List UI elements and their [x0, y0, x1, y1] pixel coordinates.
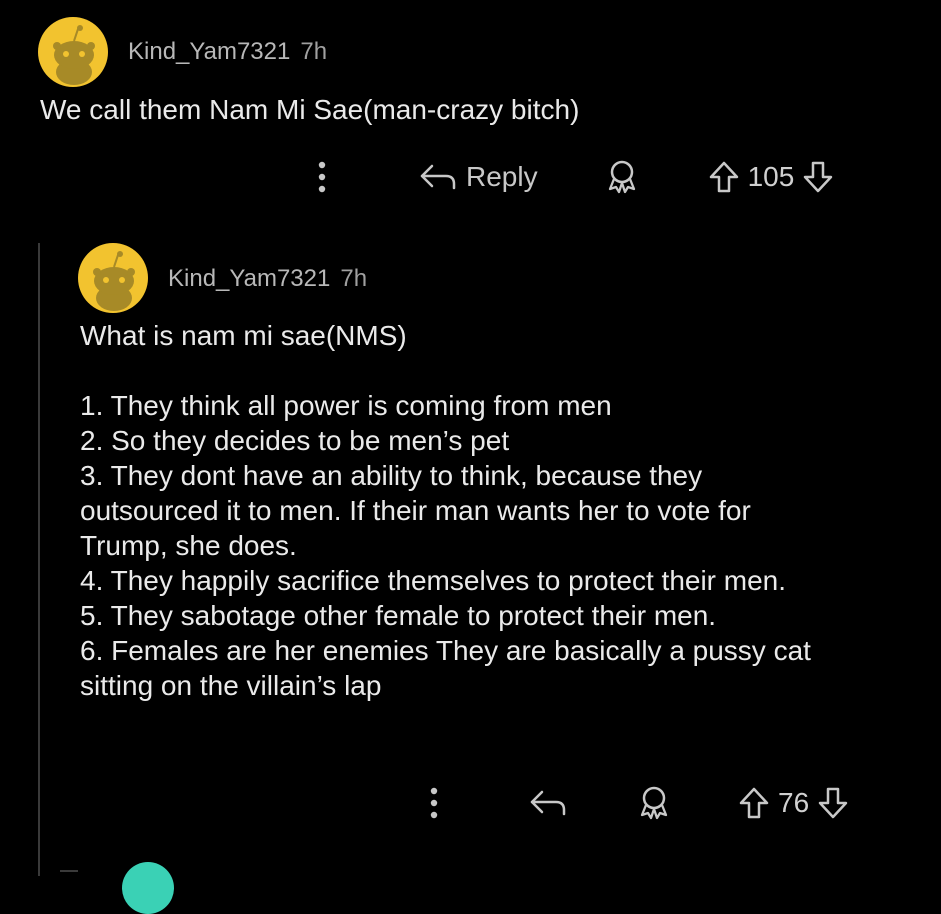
- comment-body: What is nam mi sae(NMS) 1. They think al…: [80, 318, 920, 703]
- vote-controls: 76: [738, 786, 849, 820]
- reply-arrow-icon: [420, 164, 456, 190]
- upvote-arrow-icon: [739, 787, 769, 819]
- avatar[interactable]: [78, 243, 148, 313]
- comment-body: We call them Nam Mi Sae(man-crazy bitch): [40, 94, 580, 125]
- upvote-button[interactable]: [738, 786, 770, 820]
- downvote-button[interactable]: [817, 786, 849, 820]
- avatar[interactable]: [38, 17, 108, 87]
- comment-list: 1. They think all power is coming from m…: [80, 388, 920, 703]
- snoo-avatar-icon: [53, 25, 95, 85]
- award-icon: [608, 160, 635, 194]
- award-icon: [640, 786, 668, 820]
- comment-actions: Reply 105: [310, 157, 834, 197]
- comment-author[interactable]: Kind_Yam7321 7h: [128, 38, 327, 66]
- vote-score: 105: [747, 161, 795, 192]
- award-button[interactable]: [606, 159, 638, 195]
- comment-time: 7h: [300, 38, 328, 65]
- list-line: 4. They happily sacrifice themselves to …: [80, 565, 787, 596]
- more-vertical-icon: [318, 161, 326, 193]
- avatar[interactable]: [122, 862, 174, 914]
- list-line: sitting on the villain’s lap: [80, 670, 382, 701]
- comment-actions: 76: [422, 783, 849, 823]
- snoo-avatar-icon: [93, 251, 135, 311]
- vote-score: 76: [778, 787, 810, 818]
- more-vertical-icon: [430, 787, 438, 819]
- downvote-arrow-icon: [818, 787, 848, 819]
- upvote-arrow-icon: [709, 161, 738, 193]
- list-line: 6. Females are her enemies They are basi…: [80, 635, 811, 666]
- vote-controls: 105: [708, 160, 835, 194]
- username[interactable]: Kind_Yam7321: [168, 265, 330, 292]
- more-options-button[interactable]: [310, 160, 334, 194]
- comment-author[interactable]: Kind_Yam7321 7h: [168, 265, 367, 293]
- award-button[interactable]: [638, 785, 670, 821]
- more-options-button[interactable]: [422, 786, 446, 820]
- list-line: Trump, she does.: [80, 530, 297, 561]
- reply-button[interactable]: [528, 788, 568, 818]
- comment-time: 7h: [340, 265, 368, 292]
- upvote-button[interactable]: [708, 160, 740, 194]
- list-line: 1. They think all power is coming from m…: [80, 390, 612, 421]
- comment-intro: What is nam mi sae(NMS): [80, 320, 407, 351]
- thread-branch: [60, 870, 78, 872]
- downvote-arrow-icon: [804, 161, 833, 193]
- list-line: outsourced it to men. If their man wants…: [80, 495, 751, 526]
- thread-line[interactable]: [38, 243, 40, 876]
- reply-button[interactable]: Reply: [418, 161, 538, 193]
- reply-label[interactable]: Reply: [466, 161, 538, 193]
- downvote-button[interactable]: [802, 160, 834, 194]
- list-line: 5. They sabotage other female to protect…: [80, 600, 717, 631]
- reply-arrow-icon: [530, 790, 566, 816]
- username[interactable]: Kind_Yam7321: [128, 38, 290, 65]
- list-line: 3. They dont have an ability to think, b…: [80, 460, 703, 491]
- list-line: 2. So they decides to be men’s pet: [80, 425, 510, 456]
